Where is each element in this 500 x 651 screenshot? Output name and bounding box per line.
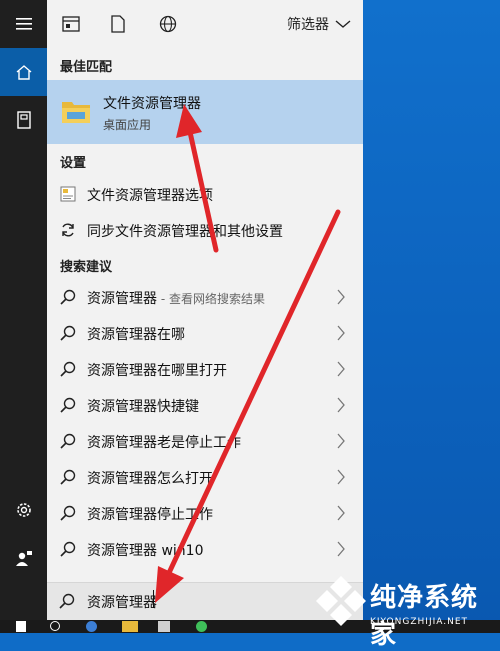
search-icon [59, 540, 77, 558]
search-input[interactable] [87, 589, 347, 615]
filter-dropdown[interactable]: 筛选器 [287, 14, 351, 34]
search-icon [59, 360, 77, 378]
settings-item-explorer-options[interactable]: 文件资源管理器选项 [47, 176, 363, 212]
suggestion-label: 资源管理器 win10 [87, 543, 204, 559]
home-button[interactable] [0, 48, 47, 96]
cortana-icon[interactable] [50, 621, 60, 631]
hamburger-menu-button[interactable] [0, 0, 47, 48]
suggestion-label: 资源管理器老是停止工作 [87, 435, 241, 451]
globe-icon [159, 15, 177, 33]
hamburger-icon [15, 18, 32, 30]
text-caret [153, 590, 154, 608]
feedback-icon [15, 551, 32, 566]
chevron-right-icon[interactable] [333, 287, 349, 307]
gear-icon [16, 503, 31, 517]
documents-filter-button[interactable] [104, 10, 132, 38]
chevron-right-icon[interactable] [333, 431, 349, 451]
windows-start-icon[interactable] [16, 621, 26, 632]
suggestion-label: 资源管理器在哪里打开 [87, 363, 227, 379]
edge-icon[interactable] [86, 621, 97, 632]
search-toolbar: 筛选器 [47, 0, 363, 48]
feedback-button[interactable] [0, 534, 47, 582]
filter-label: 筛选器 [287, 17, 329, 33]
chevron-right-icon[interactable] [333, 539, 349, 559]
suggestion-label: 资源管理器快捷键 [87, 399, 199, 415]
watermark-text: 纯净系统家 [370, 583, 479, 650]
chevron-right-icon[interactable] [333, 359, 349, 379]
best-match-item[interactable]: 文件资源管理器 桌面应用 [47, 80, 363, 144]
suggestion-item[interactable]: 资源管理器怎么打开 [47, 459, 363, 495]
file-explorer-icon [62, 102, 90, 123]
suggestion-suffix: - 查看网络搜索结果 [157, 292, 265, 306]
watermark: 纯净系统家 KIYONGZHIJIA.NET [312, 573, 497, 650]
chevron-right-icon[interactable] [333, 503, 349, 523]
best-match-subtitle: 桌面应用 [103, 118, 152, 132]
document-icon [111, 15, 125, 33]
chevron-right-icon[interactable] [333, 467, 349, 487]
best-match-header: 最佳匹配 [60, 60, 113, 75]
folder-icon[interactable] [122, 621, 138, 632]
best-match-title: 文件资源管理器 [103, 96, 201, 112]
chevron-right-icon[interactable] [333, 323, 349, 343]
suggestion-item[interactable]: 资源管理器 - 查看网络搜索结果 [47, 279, 363, 315]
start-left-rail [0, 0, 47, 620]
suggestion-label: 资源管理器在哪 [87, 327, 185, 343]
search-icon [59, 396, 77, 414]
app-icon[interactable] [196, 621, 207, 632]
search-suggestions-header: 搜索建议 [60, 260, 113, 275]
settings-item-label: 文件资源管理器选项 [87, 188, 213, 204]
store-icon[interactable] [158, 621, 170, 632]
search-icon [59, 468, 77, 486]
chevron-right-icon[interactable] [333, 395, 349, 415]
watermark-url: KIYONGZHIJIA.NET [370, 617, 469, 627]
suggestion-item[interactable]: 资源管理器停止工作 [47, 495, 363, 531]
web-filter-button[interactable] [154, 10, 182, 38]
notebook-button[interactable] [0, 96, 47, 144]
suggestion-label: 资源管理器怎么打开 [87, 471, 213, 487]
chevron-down-icon [335, 20, 351, 28]
home-icon [16, 65, 31, 80]
notebook-icon [16, 111, 31, 129]
suggestion-label: 资源管理器 [87, 291, 157, 307]
settings-page-icon [59, 185, 77, 203]
suggestion-item[interactable]: 资源管理器快捷键 [47, 387, 363, 423]
search-icon [59, 504, 77, 522]
suggestion-item[interactable]: 资源管理器在哪 [47, 315, 363, 351]
search-icon [59, 288, 77, 306]
settings-item-sync[interactable]: 同步文件资源管理器和其他设置 [47, 212, 363, 248]
settings-header: 设置 [60, 156, 87, 171]
sync-icon [59, 221, 77, 239]
suggestion-label: 资源管理器停止工作 [87, 507, 213, 523]
settings-item-label: 同步文件资源管理器和其他设置 [87, 224, 283, 240]
search-icon [59, 593, 75, 609]
watermark-logo [316, 576, 366, 626]
settings-button[interactable] [0, 486, 47, 534]
search-results-panel: 筛选器 最佳匹配 文件资源管理器 桌面应用 设置 文件资源管理器选项 同步文件资… [47, 0, 363, 621]
apps-filter-button[interactable] [57, 10, 85, 38]
suggestion-item[interactable]: 资源管理器在哪里打开 [47, 351, 363, 387]
suggestion-item[interactable]: 资源管理器 win10 [47, 531, 363, 567]
suggestion-item[interactable]: 资源管理器老是停止工作 [47, 423, 363, 459]
search-icon [59, 324, 77, 342]
search-icon [59, 432, 77, 450]
app-window-icon [62, 16, 80, 32]
